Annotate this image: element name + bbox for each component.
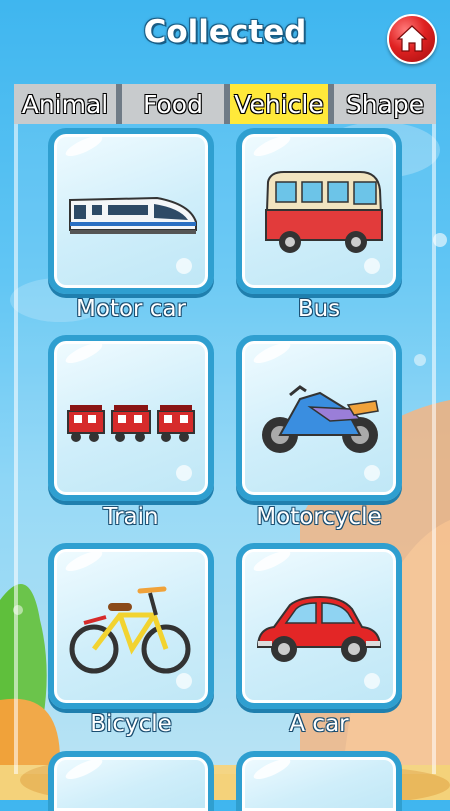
item-card-motor-car[interactable] bbox=[48, 128, 214, 294]
train-icon bbox=[69, 196, 197, 234]
item-label-bicycle: Bicycle bbox=[90, 711, 172, 737]
steam-train-icon bbox=[67, 405, 195, 442]
item-label-bus: Bus bbox=[297, 296, 341, 322]
category-tabs: Animal Food Vehicle Shape bbox=[14, 84, 436, 124]
item-card-bus[interactable] bbox=[236, 128, 402, 294]
page-title: Collected bbox=[143, 14, 307, 50]
item-label-train: Train bbox=[103, 504, 159, 530]
tab-shape[interactable]: Shape bbox=[334, 84, 436, 124]
tab-food[interactable]: Food bbox=[122, 84, 224, 124]
item-card-motorcycle[interactable] bbox=[236, 335, 402, 501]
bus-icon bbox=[264, 171, 384, 253]
item-card-partial[interactable] bbox=[236, 751, 402, 811]
car-icon bbox=[256, 595, 382, 662]
item-card-partial[interactable] bbox=[48, 751, 214, 811]
item-card-train[interactable] bbox=[48, 335, 214, 501]
item-card-a-car[interactable] bbox=[236, 543, 402, 709]
tab-animal[interactable]: Animal bbox=[14, 84, 116, 124]
home-button[interactable] bbox=[387, 14, 437, 64]
item-label-a-car: A car bbox=[289, 711, 349, 737]
item-label-motorcycle: Motorcycle bbox=[256, 504, 382, 530]
home-icon bbox=[396, 25, 428, 52]
item-label-motor-car: Motor car bbox=[76, 296, 186, 322]
tab-vehicle[interactable]: Vehicle bbox=[230, 84, 328, 124]
motorcycle-icon bbox=[262, 385, 379, 453]
bicycle-icon bbox=[69, 586, 191, 674]
item-card-bicycle[interactable] bbox=[48, 543, 214, 709]
